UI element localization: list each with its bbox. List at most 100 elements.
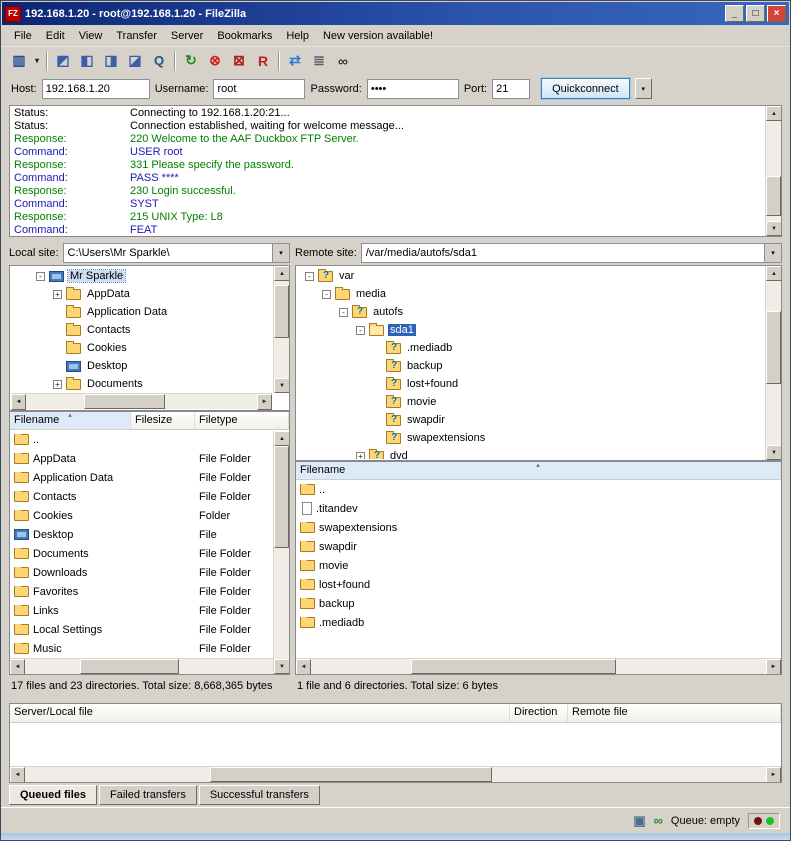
synchronized-browsing-icon[interactable]: ⇄	[283, 50, 307, 72]
scroll-down-icon[interactable]: ▼	[766, 445, 782, 460]
scroll-right-icon[interactable]: ►	[257, 394, 272, 410]
file-row[interactable]: swapdir	[296, 537, 781, 556]
expander-icon[interactable]: -	[305, 272, 314, 281]
quickconnect-button[interactable]: Quickconnect	[541, 78, 630, 99]
toggle-remote-tree-icon[interactable]: ◨	[99, 50, 123, 72]
tree-item[interactable]: + AppData	[11, 285, 272, 303]
toggle-local-tree-icon[interactable]: ◧	[75, 50, 99, 72]
expander-icon[interactable]: +	[356, 452, 365, 460]
tree-item[interactable]: + Documents	[11, 375, 272, 393]
tree-item[interactable]: + dvd	[297, 447, 764, 459]
menu-item[interactable]: Server	[164, 27, 210, 45]
port-input[interactable]	[492, 79, 530, 99]
tree-item[interactable]: lost+found	[297, 375, 764, 393]
tree-item[interactable]: Cookies	[11, 339, 272, 357]
file-row[interactable]: Local Settings File Folder	[10, 620, 273, 639]
username-input[interactable]	[213, 79, 305, 99]
separator[interactable]	[46, 51, 48, 71]
scroll-up-icon[interactable]: ▲	[274, 266, 290, 281]
maximize-button[interactable]: □	[746, 5, 765, 22]
expander-icon[interactable]: +	[53, 380, 62, 389]
queue-tab[interactable]: Successful transfers	[199, 785, 320, 805]
file-row[interactable]: Music File Folder	[10, 639, 273, 658]
quickconnect-dropdown-button[interactable]: ▾	[635, 78, 652, 99]
expander-icon[interactable]: -	[36, 272, 45, 281]
column-header-filename[interactable]: ▴ Filename	[10, 412, 131, 429]
local-tree-vertical-scrollbar[interactable]: ▲ ▼	[273, 266, 289, 393]
expander-icon[interactable]: -	[356, 326, 365, 335]
file-row[interactable]: Downloads File Folder	[10, 563, 273, 582]
scroll-left-icon[interactable]: ◄	[10, 659, 25, 675]
file-row[interactable]: movie	[296, 556, 781, 575]
remote-list-horizontal-scrollbar[interactable]: ◄ ►	[296, 658, 781, 674]
scroll-right-icon[interactable]: ►	[766, 767, 781, 783]
remote-tree-vertical-scrollbar[interactable]: ▲ ▼	[765, 266, 781, 460]
file-row[interactable]: Desktop File	[10, 525, 273, 544]
menu-item[interactable]: Help	[279, 27, 316, 45]
tree-item[interactable]: - var	[297, 267, 764, 285]
queue-horizontal-scrollbar[interactable]: ◄ ►	[10, 766, 781, 782]
tree-item[interactable]: Contacts	[11, 321, 272, 339]
scroll-down-icon[interactable]: ▼	[766, 221, 782, 236]
menu-item[interactable]: Transfer	[109, 27, 164, 45]
expander-icon[interactable]: -	[339, 308, 348, 317]
file-row[interactable]: lost+found	[296, 575, 781, 594]
file-row[interactable]: .mediadb	[296, 613, 781, 632]
scroll-left-icon[interactable]: ◄	[296, 659, 311, 675]
close-button[interactable]: ×	[767, 5, 786, 22]
file-row[interactable]: Cookies Folder	[10, 506, 273, 525]
column-header-filesize[interactable]: Filesize	[131, 412, 195, 429]
log-vertical-scrollbar[interactable]: ▲ ▼	[765, 106, 781, 236]
scrollbar-thumb[interactable]	[766, 311, 781, 385]
file-row[interactable]: Contacts File Folder	[10, 487, 273, 506]
file-row[interactable]: backup	[296, 594, 781, 613]
file-row[interactable]: AppData File Folder	[10, 449, 273, 468]
file-row[interactable]: swapextensions	[296, 518, 781, 537]
tree-item[interactable]: Desktop	[11, 357, 272, 375]
speed-limits-icon[interactable]: ∞	[654, 813, 663, 828]
tree-item[interactable]: .mediadb	[297, 339, 764, 357]
menu-item[interactable]: Bookmarks	[210, 27, 279, 45]
minimize-button[interactable]: _	[725, 5, 744, 22]
local-list-vertical-scrollbar[interactable]: ▲ ▼	[273, 431, 289, 674]
scrollbar-thumb[interactable]	[80, 659, 180, 674]
tree-item[interactable]: - media	[297, 285, 764, 303]
scrollbar-thumb[interactable]	[766, 176, 781, 216]
tree-item[interactable]: swapdir	[297, 411, 764, 429]
local-tree-horizontal-scrollbar[interactable]: ◄ ►	[11, 393, 272, 409]
disconnect-icon[interactable]: ⊠	[227, 50, 251, 72]
scrollbar-thumb[interactable]	[84, 394, 165, 409]
scroll-down-icon[interactable]: ▼	[274, 659, 290, 674]
filelist-filter-icon[interactable]: Q	[147, 50, 171, 72]
expander-icon[interactable]: +	[53, 290, 62, 299]
remote-site-combo[interactable]: /var/media/autofs/sda1 ▾	[361, 243, 782, 263]
scroll-up-icon[interactable]: ▲	[274, 431, 290, 446]
chevron-down-icon[interactable]: ▾	[272, 244, 289, 262]
column-header-filetype[interactable]: Filetype	[195, 412, 289, 429]
expander-icon[interactable]: -	[322, 290, 331, 299]
tree-item[interactable]: - autofs	[297, 303, 764, 321]
column-header-server-local-file[interactable]: Server/Local file	[10, 704, 510, 722]
scroll-left-icon[interactable]: ◄	[11, 394, 26, 410]
menu-item[interactable]: New version available!	[316, 27, 440, 45]
scroll-up-icon[interactable]: ▲	[766, 266, 782, 281]
tree-item[interactable]: - Mr Sparkle	[11, 267, 272, 285]
column-header-direction[interactable]: Direction	[510, 704, 568, 722]
directory-comparison-icon[interactable]: ≣	[307, 50, 331, 72]
file-row[interactable]: .titandev	[296, 499, 781, 518]
local-site-combo[interactable]: C:\Users\Mr Sparkle\ ▾	[63, 243, 290, 263]
encryption-icon[interactable]: ▣	[633, 813, 645, 829]
tree-item[interactable]: Application Data	[11, 303, 272, 321]
menu-item[interactable]: File	[7, 27, 39, 45]
menu-item[interactable]: View	[72, 27, 110, 45]
cancel-icon[interactable]: ⊗	[203, 50, 227, 72]
site-manager-icon[interactable]: ▥	[7, 50, 31, 72]
scroll-right-icon[interactable]: ►	[766, 659, 781, 675]
toggle-transfer-queue-icon[interactable]: ◪	[123, 50, 147, 72]
file-row[interactable]: Documents File Folder	[10, 544, 273, 563]
host-input[interactable]	[42, 79, 150, 99]
column-header-filename[interactable]: ▴ Filename	[296, 462, 781, 479]
file-row[interactable]: Links File Folder	[10, 601, 273, 620]
tree-item[interactable]: swapextensions	[297, 429, 764, 447]
tree-item[interactable]: movie	[297, 393, 764, 411]
